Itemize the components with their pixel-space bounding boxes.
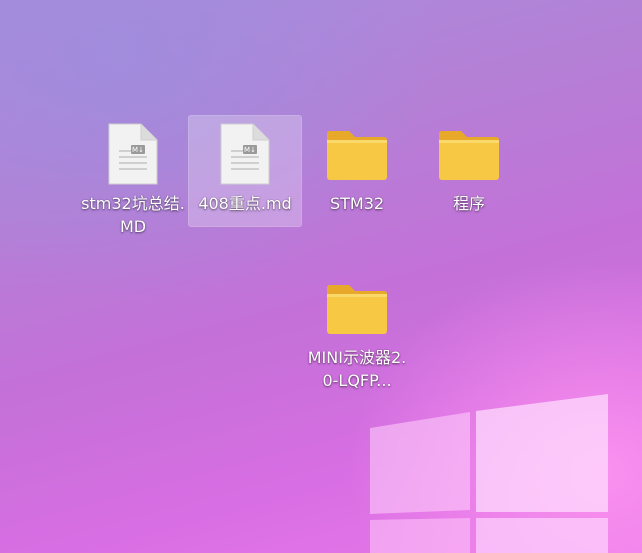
markdown-file-icon: M↓ bbox=[220, 123, 270, 185]
desktop-icon-mini-oscilloscope-folder[interactable]: MINI示波器2.0-LQFP... bbox=[301, 270, 413, 390]
desktop-icon-stm32-folder[interactable]: STM32 bbox=[301, 116, 413, 226]
icon-label: MINI示波器2.0-LQFP... bbox=[307, 348, 407, 390]
icon-label: STM32 bbox=[329, 194, 385, 213]
folder-icon bbox=[439, 131, 499, 180]
icon-label: stm32坑总结.MD bbox=[81, 194, 185, 236]
folder-icon bbox=[327, 285, 387, 334]
icon-label: 程序 bbox=[452, 194, 485, 213]
svg-text:M↓: M↓ bbox=[132, 146, 144, 154]
desktop-icon-program-folder[interactable]: 程序 bbox=[413, 116, 525, 226]
markdown-file-icon: M↓ bbox=[108, 123, 158, 185]
desktop-icon-408-notes[interactable]: M↓ 408重点.md bbox=[188, 115, 302, 227]
svg-text:M↓: M↓ bbox=[244, 146, 256, 154]
icon-label: 408重点.md bbox=[198, 194, 292, 213]
desktop[interactable]: M↓ stm32坑总结.MD M↓ 408重点.md STM32 程序 MINI… bbox=[0, 0, 642, 553]
folder-icon bbox=[327, 131, 387, 180]
desktop-icon-stm32-notes[interactable]: M↓ stm32坑总结.MD bbox=[77, 116, 189, 236]
